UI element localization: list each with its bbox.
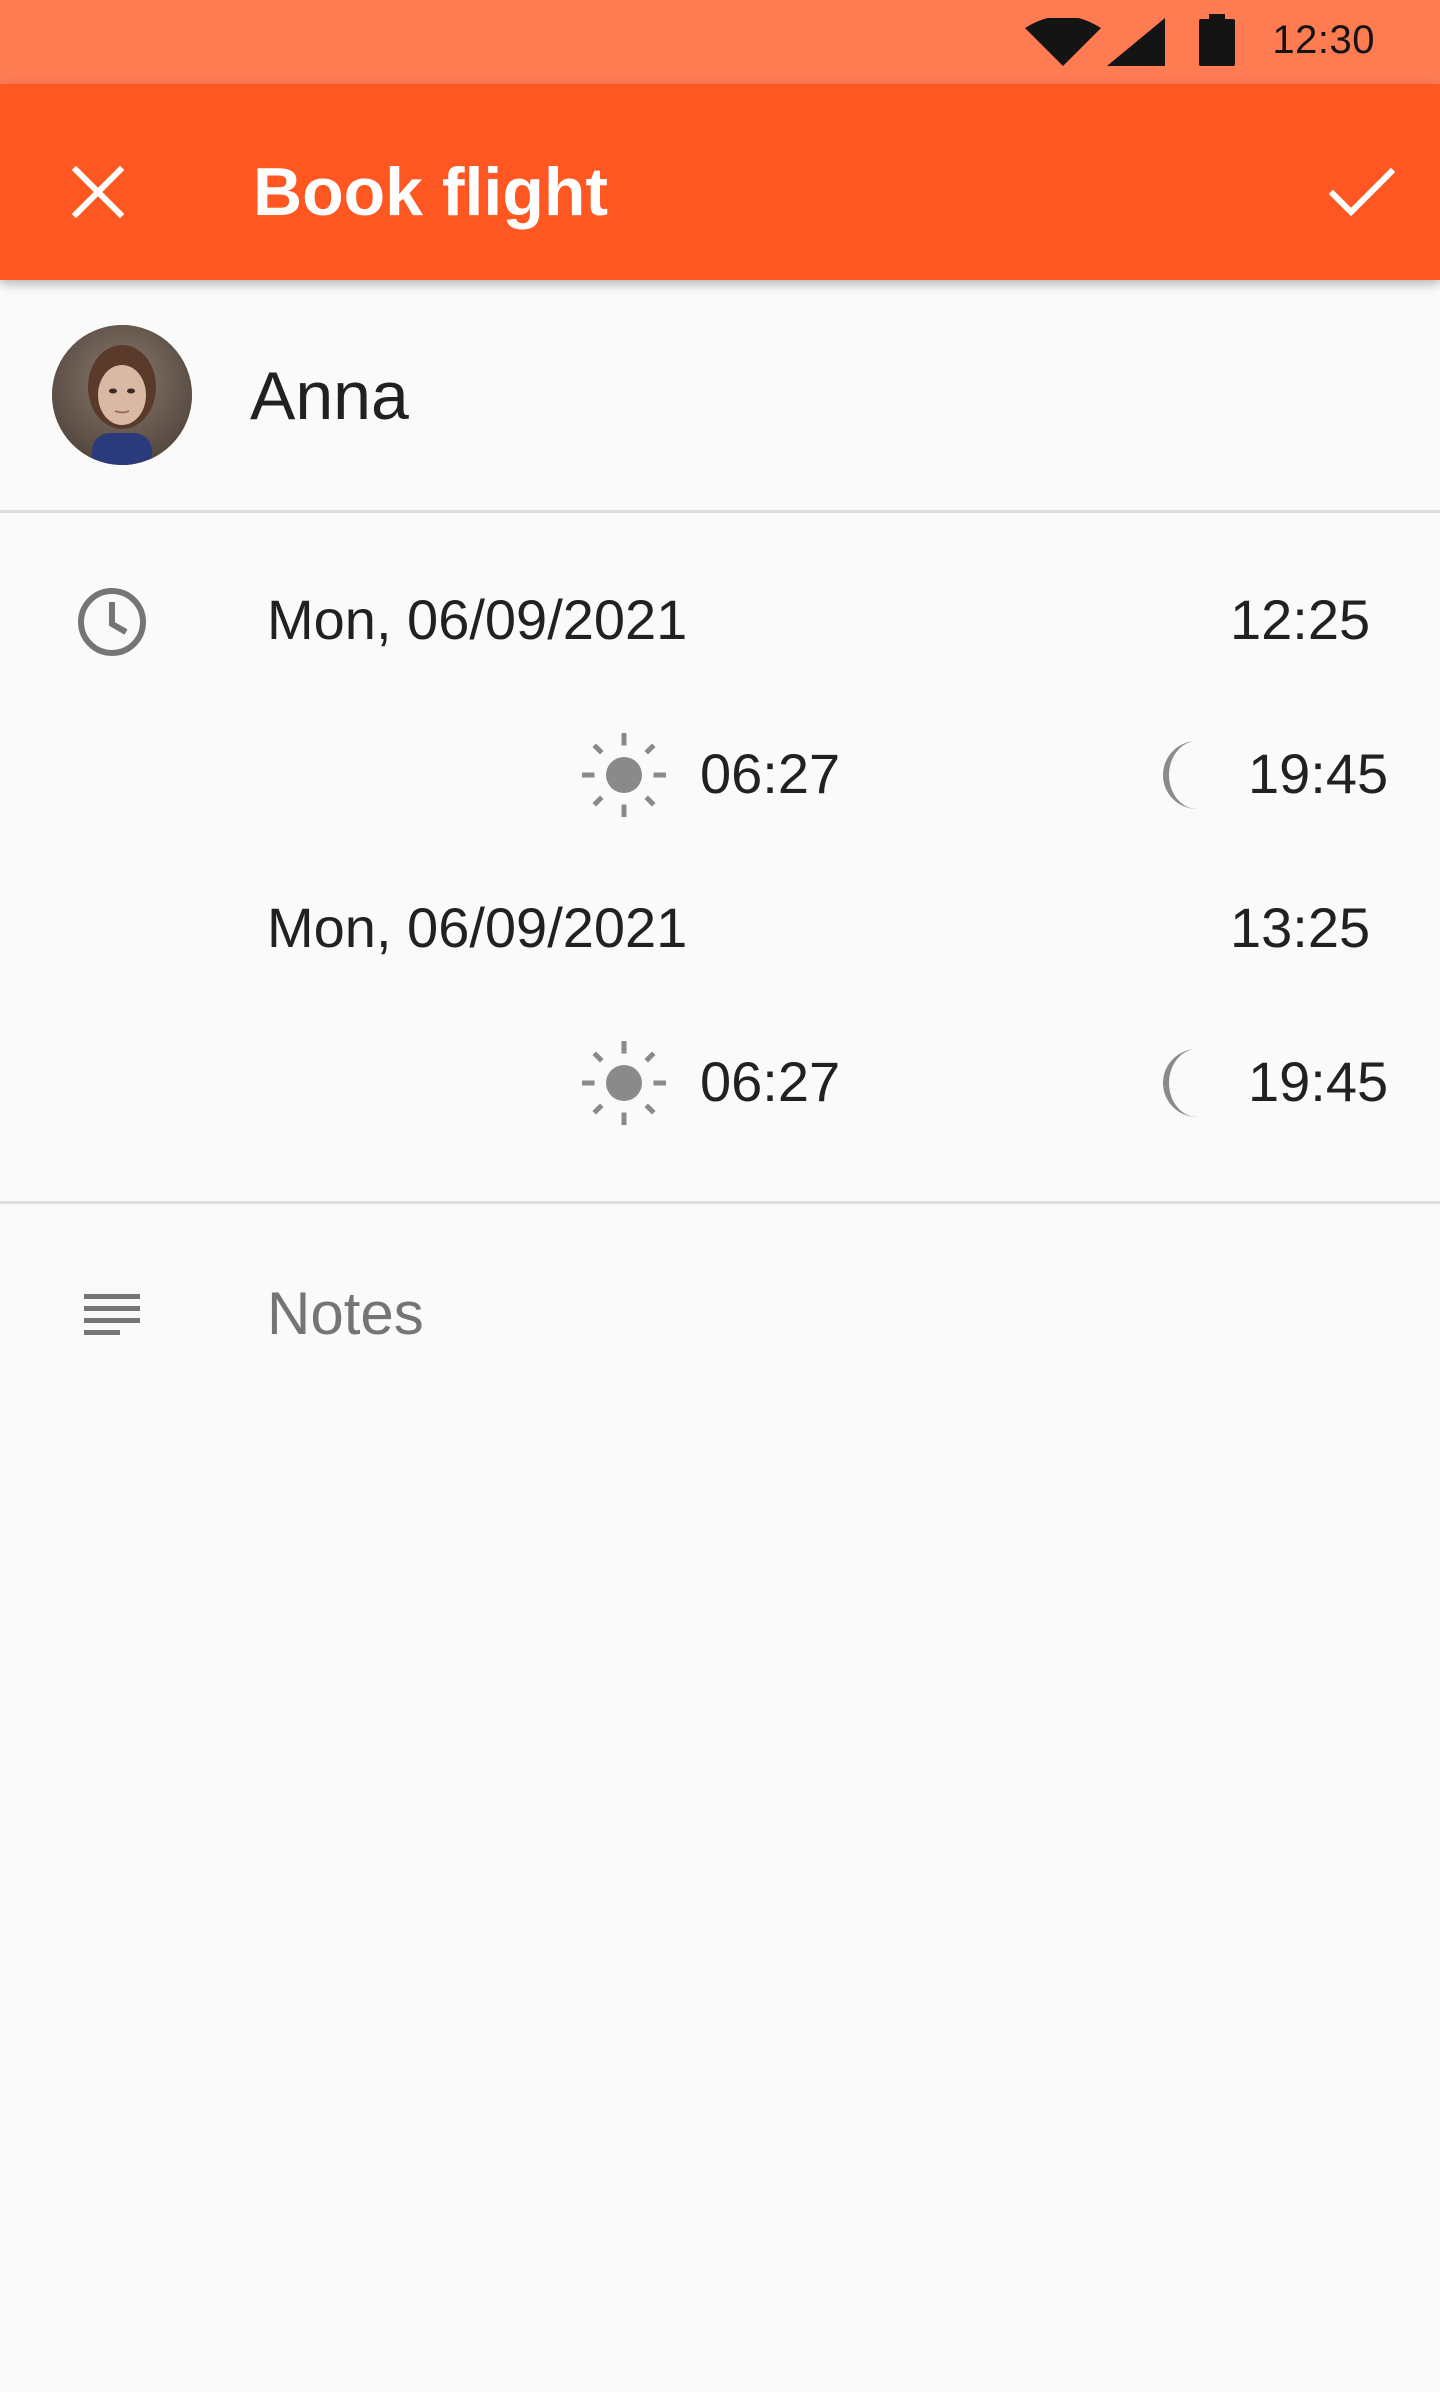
cellular-signal-icon bbox=[1107, 18, 1165, 66]
moon-icon bbox=[1140, 1041, 1210, 1125]
end-time[interactable]: 13:25 bbox=[1230, 898, 1370, 958]
app-bar: Book flight bbox=[0, 84, 1440, 280]
page-title: Book flight bbox=[253, 154, 609, 230]
check-icon bbox=[1329, 167, 1395, 217]
clock-icon bbox=[72, 582, 152, 662]
moon-icon bbox=[1140, 733, 1210, 817]
sun-icon bbox=[582, 733, 666, 817]
divider bbox=[0, 510, 1440, 513]
close-button[interactable] bbox=[50, 144, 146, 240]
notes-field[interactable]: Notes bbox=[267, 1282, 424, 1346]
person-row[interactable]: Anna bbox=[0, 280, 1440, 512]
confirm-button[interactable] bbox=[1314, 144, 1410, 240]
avatar bbox=[52, 325, 192, 465]
sunrise-time: 06:27 bbox=[700, 742, 841, 805]
status-time: 12:30 bbox=[1272, 18, 1375, 62]
wifi-icon bbox=[1025, 18, 1101, 66]
person-name: Anna bbox=[250, 358, 409, 434]
sunrise-time: 06:27 bbox=[700, 1050, 841, 1113]
divider bbox=[0, 1201, 1440, 1204]
status-bar: 12:30 bbox=[0, 0, 1440, 84]
sunset-time: 19:45 bbox=[1248, 742, 1389, 805]
end-date[interactable]: Mon, 06/09/2021 bbox=[267, 898, 687, 958]
battery-icon bbox=[1199, 14, 1235, 66]
sunset-time: 19:45 bbox=[1248, 1050, 1389, 1113]
start-time[interactable]: 12:25 bbox=[1230, 590, 1370, 650]
sun-icon bbox=[582, 1041, 666, 1125]
close-icon bbox=[72, 166, 124, 218]
start-date[interactable]: Mon, 06/09/2021 bbox=[267, 590, 687, 650]
notes-icon bbox=[80, 1290, 144, 1346]
